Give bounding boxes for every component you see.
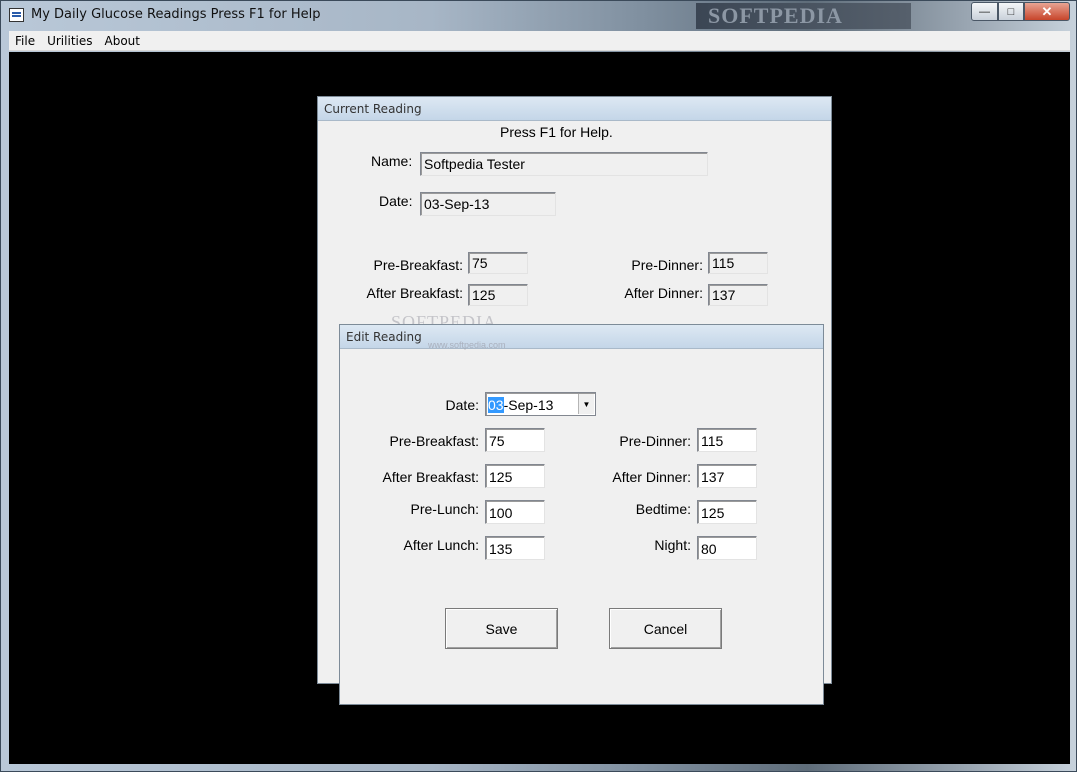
menu-about[interactable]: About xyxy=(99,31,146,50)
menu-file[interactable]: File xyxy=(9,31,41,50)
edit-reading-title[interactable]: Edit Reading xyxy=(340,325,823,349)
title-bar[interactable]: My Daily Glucose Readings Press F1 for H… xyxy=(1,1,1076,30)
pre-dinner-label: Pre-Dinner: xyxy=(631,257,703,273)
maximize-button[interactable]: □ xyxy=(998,2,1024,21)
date-field[interactable]: 03-Sep-13 xyxy=(420,192,556,216)
edit-pre-lunch-label: Pre-Lunch: xyxy=(410,501,479,517)
after-breakfast-field[interactable]: 125 xyxy=(468,284,528,306)
edit-date-label: Date: xyxy=(445,397,479,413)
edit-after-dinner-label: After Dinner: xyxy=(612,469,691,485)
app-window: My Daily Glucose Readings Press F1 for H… xyxy=(0,0,1077,772)
save-button[interactable]: Save xyxy=(445,608,558,649)
help-text: Press F1 for Help. xyxy=(500,124,613,140)
date-rest: -Sep-13 xyxy=(503,397,554,413)
edit-night-field[interactable]: 80 xyxy=(697,536,757,560)
edit-night-label: Night: xyxy=(654,537,691,553)
edit-after-lunch-label: After Lunch: xyxy=(403,537,480,553)
pre-breakfast-field[interactable]: 75 xyxy=(468,252,528,274)
edit-pre-breakfast-field[interactable]: 75 xyxy=(485,428,545,452)
edit-pre-lunch-field[interactable]: 100 xyxy=(485,500,545,524)
date-day-selection[interactable]: 03 xyxy=(488,397,504,413)
window-title: My Daily Glucose Readings Press F1 for H… xyxy=(31,7,321,22)
minimize-button[interactable]: — xyxy=(971,2,998,21)
chevron-down-icon[interactable]: ▼ xyxy=(578,394,594,414)
edit-pre-breakfast-label: Pre-Breakfast: xyxy=(389,433,479,449)
edit-date-picker[interactable]: 03-Sep-13 ▼ xyxy=(485,392,596,416)
cancel-button[interactable]: Cancel xyxy=(609,608,722,649)
name-field[interactable]: Softpedia Tester xyxy=(420,152,708,176)
softpedia-watermark: SOFTPEDIA xyxy=(696,3,911,29)
edit-pre-dinner-field[interactable]: 115 xyxy=(697,428,757,452)
edit-after-lunch-field[interactable]: 135 xyxy=(485,536,545,560)
name-label: Name: xyxy=(371,153,413,169)
pre-breakfast-label: Pre-Breakfast: xyxy=(373,257,463,273)
app-icon[interactable] xyxy=(9,8,24,22)
menu-utilities[interactable]: Urilities xyxy=(41,31,98,50)
edit-after-dinner-field[interactable]: 137 xyxy=(697,464,757,488)
edit-pre-dinner-label: Pre-Dinner: xyxy=(619,433,691,449)
softpedia-url: www.softpedia.com xyxy=(428,340,506,350)
after-dinner-field[interactable]: 137 xyxy=(708,284,768,306)
edit-bedtime-field[interactable]: 125 xyxy=(697,500,757,524)
edit-after-breakfast-field[interactable]: 125 xyxy=(485,464,545,488)
menu-bar: File Urilities About xyxy=(9,31,1070,51)
close-button[interactable]: ✕ xyxy=(1024,2,1070,21)
current-reading-title[interactable]: Current Reading xyxy=(318,97,831,121)
edit-after-breakfast-label: After Breakfast: xyxy=(382,469,479,485)
after-breakfast-label: After Breakfast: xyxy=(366,285,463,301)
pre-dinner-field[interactable]: 115 xyxy=(708,252,768,274)
after-dinner-label: After Dinner: xyxy=(624,285,703,301)
date-label: Date: xyxy=(379,193,413,209)
edit-bedtime-label: Bedtime: xyxy=(635,501,691,517)
